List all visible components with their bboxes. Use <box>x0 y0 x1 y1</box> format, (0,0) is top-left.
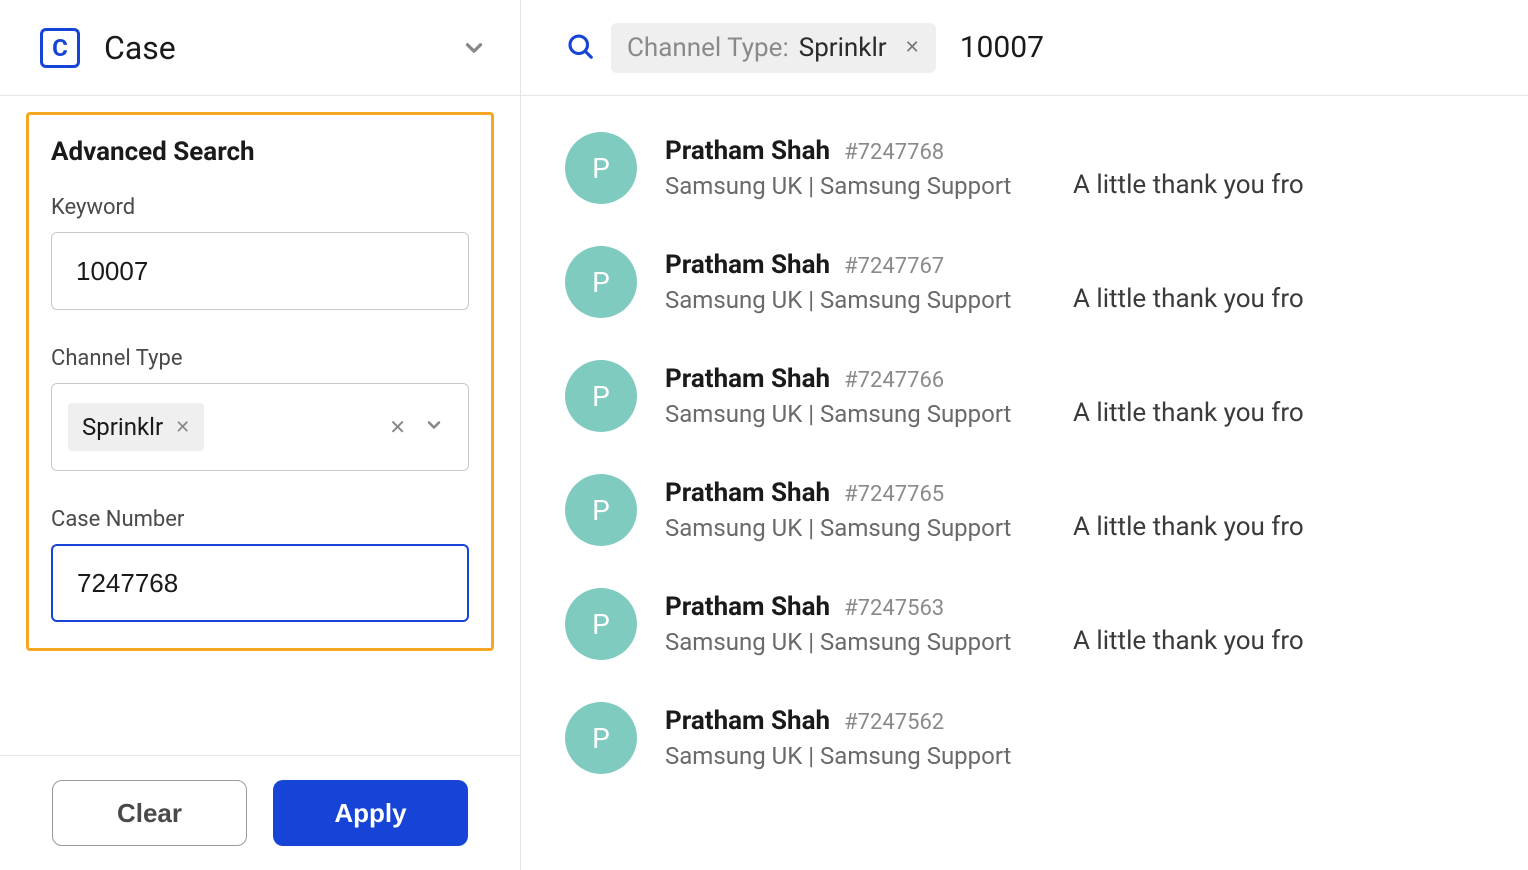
search-filter-chip[interactable]: Channel Type: Sprinklr ✕ <box>611 23 936 73</box>
result-subtitle: Samsung UK | Samsung Support <box>665 172 1045 200</box>
avatar: P <box>565 132 637 204</box>
result-name: Pratham Shah <box>665 136 830 166</box>
clear-all-icon[interactable]: ✕ <box>389 415 406 439</box>
result-main: Pratham Shah #7247562 Samsung UK | Samsung… <box>665 706 1045 770</box>
results-list: P Pratham Shah #7247768 Samsung UK | Samsun… <box>521 96 1528 816</box>
result-subtitle: Samsung UK | Samsung Support <box>665 400 1045 428</box>
search-query-text[interactable]: 10007 <box>960 30 1044 65</box>
result-row[interactable]: P Pratham Shah #7247765 Samsung UK | Samsun… <box>565 474 1528 546</box>
remove-search-chip-icon[interactable]: ✕ <box>905 37 920 58</box>
result-main: Pratham Shah #7247765 Samsung UK | Samsung… <box>665 478 1045 542</box>
result-id: #7247767 <box>844 254 944 279</box>
result-snippet: A little thank you fro <box>1073 626 1304 656</box>
avatar: P <box>565 246 637 318</box>
remove-chip-icon[interactable]: ✕ <box>175 417 190 438</box>
result-snippet: A little thank you fro <box>1073 284 1304 314</box>
result-row[interactable]: P Pratham Shah #7247766 Samsung UK | Samsun… <box>565 360 1528 432</box>
result-name: Pratham Shah <box>665 706 830 736</box>
avatar: P <box>565 360 637 432</box>
result-main: Pratham Shah #7247766 Samsung UK | Samsung… <box>665 364 1045 428</box>
keyword-input[interactable] <box>51 232 469 310</box>
case-number-label: Case Number <box>51 507 469 532</box>
result-subtitle: Samsung UK | Samsung Support <box>665 514 1045 542</box>
avatar: P <box>565 474 637 546</box>
channel-type-chip: Sprinklr ✕ <box>68 403 204 451</box>
advanced-search-box: Advanced Search Keyword Channel Type Spr… <box>26 112 494 651</box>
avatar: P <box>565 702 637 774</box>
apply-button[interactable]: Apply <box>273 780 468 846</box>
result-snippet: A little thank you fro <box>1073 170 1304 200</box>
advanced-search-title: Advanced Search <box>51 137 469 167</box>
result-snippet: A little thank you fro <box>1073 512 1304 542</box>
result-subtitle: Samsung UK | Samsung Support <box>665 628 1045 656</box>
entity-selector-label: Case <box>104 29 176 67</box>
case-number-input[interactable] <box>51 544 469 622</box>
result-id: #7247562 <box>844 710 944 735</box>
form-footer: Clear Apply <box>0 755 520 870</box>
result-row[interactable]: P Pratham Shah #7247767 Samsung UK | Samsun… <box>565 246 1528 318</box>
result-id: #7247765 <box>844 482 944 507</box>
result-name: Pratham Shah <box>665 592 830 622</box>
search-chip-label: Channel Type: <box>627 33 789 63</box>
search-chip-value: Sprinklr <box>799 33 887 63</box>
chevron-down-icon[interactable] <box>424 415 444 440</box>
result-row[interactable]: P Pratham Shah #7247562 Samsung UK | Samsun… <box>565 702 1528 774</box>
result-snippet: A little thank you fro <box>1073 398 1304 428</box>
results-panel: Channel Type: Sprinklr ✕ 10007 P Pratham … <box>521 0 1528 870</box>
result-row[interactable]: P Pratham Shah #7247768 Samsung UK | Samsun… <box>565 132 1528 204</box>
channel-type-chip-label: Sprinklr <box>82 413 163 441</box>
clear-button[interactable]: Clear <box>52 780 247 846</box>
chevron-down-icon[interactable] <box>456 30 492 66</box>
case-icon: C <box>40 28 80 68</box>
result-name: Pratham Shah <box>665 364 830 394</box>
keyword-label: Keyword <box>51 195 469 220</box>
result-subtitle: Samsung UK | Samsung Support <box>665 286 1045 314</box>
result-id: #7247766 <box>844 368 944 393</box>
result-main: Pratham Shah #7247768 Samsung UK | Samsung… <box>665 136 1045 200</box>
result-name: Pratham Shah <box>665 250 830 280</box>
result-main: Pratham Shah #7247767 Samsung UK | Samsung… <box>665 250 1045 314</box>
result-id: #7247768 <box>844 140 944 165</box>
avatar: P <box>565 588 637 660</box>
search-icon[interactable] <box>565 31 595 65</box>
result-row[interactable]: P Pratham Shah #7247563 Samsung UK | Samsun… <box>565 588 1528 660</box>
channel-type-label: Channel Type <box>51 346 469 371</box>
advanced-search-panel: C Case Advanced Search Keyword Channel T… <box>0 0 521 870</box>
result-id: #7247563 <box>844 596 944 621</box>
entity-selector[interactable]: C Case <box>0 0 520 96</box>
result-name: Pratham Shah <box>665 478 830 508</box>
result-main: Pratham Shah #7247563 Samsung UK | Samsung… <box>665 592 1045 656</box>
channel-type-select[interactable]: Sprinklr ✕ ✕ <box>51 383 469 471</box>
result-subtitle: Samsung UK | Samsung Support <box>665 742 1045 770</box>
search-bar: Channel Type: Sprinklr ✕ 10007 <box>521 0 1528 96</box>
